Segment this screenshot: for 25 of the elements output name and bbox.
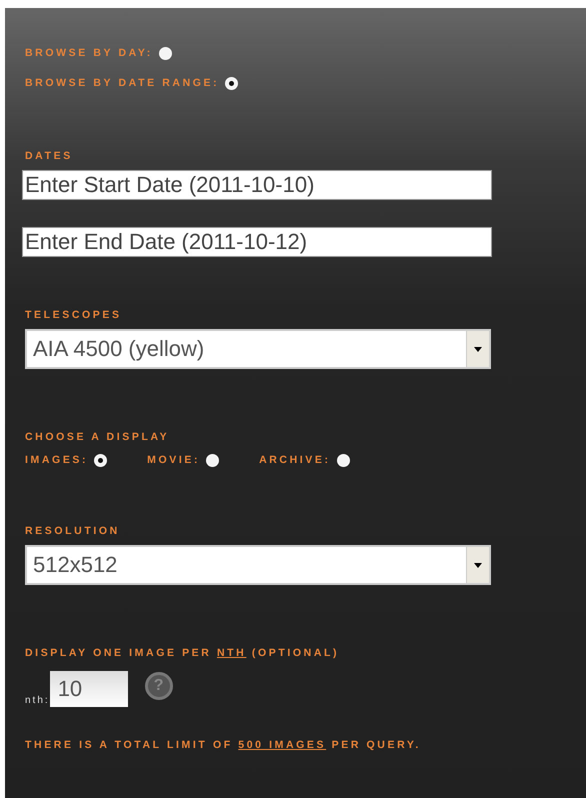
radio-label: MOVIE:	[147, 454, 200, 466]
section-label: TELESCOPES	[25, 309, 123, 321]
section-label: CHOOSE A DISPLAY	[25, 431, 170, 443]
section-label: RESOLUTION	[25, 525, 121, 537]
radio-button[interactable]	[158, 46, 172, 60]
limit-note: THERE IS A TOTAL LIMIT OF 500 IMAGES PER QUERY.	[25, 739, 422, 751]
radio-label: ARCHIVE:	[259, 454, 331, 466]
caret-icon	[474, 562, 482, 568]
resolution-dropdown[interactable]: 512x512	[25, 545, 491, 585]
radio-label: BROWSE BY DATE RANGE:	[25, 77, 220, 89]
end-date-field[interactable]: Enter End Date (2011-10-12)	[22, 227, 492, 257]
radio-button[interactable]	[225, 76, 238, 90]
radio-button[interactable]	[94, 454, 108, 466]
images-link[interactable]: 500 IMAGES	[238, 739, 326, 751]
radio-button[interactable]	[336, 454, 350, 466]
telescope-dropdown[interactable]: AIA 4500 (yellow)	[25, 329, 491, 369]
section-label: DISPLAY ONE IMAGE PER NTH (OPTIONAL)	[25, 647, 340, 659]
radio-button[interactable]	[206, 454, 220, 466]
section-label: DATES	[25, 150, 74, 162]
radio-label: BROWSE BY DAY:	[25, 47, 153, 59]
nth-input-field[interactable]: 10	[50, 671, 128, 707]
radio-label: IMAGES:	[25, 454, 88, 466]
field-label: nth:	[25, 695, 50, 706]
caret-icon	[474, 346, 482, 352]
start-date-field[interactable]: Enter Start Date (2011-10-10)	[22, 170, 492, 200]
